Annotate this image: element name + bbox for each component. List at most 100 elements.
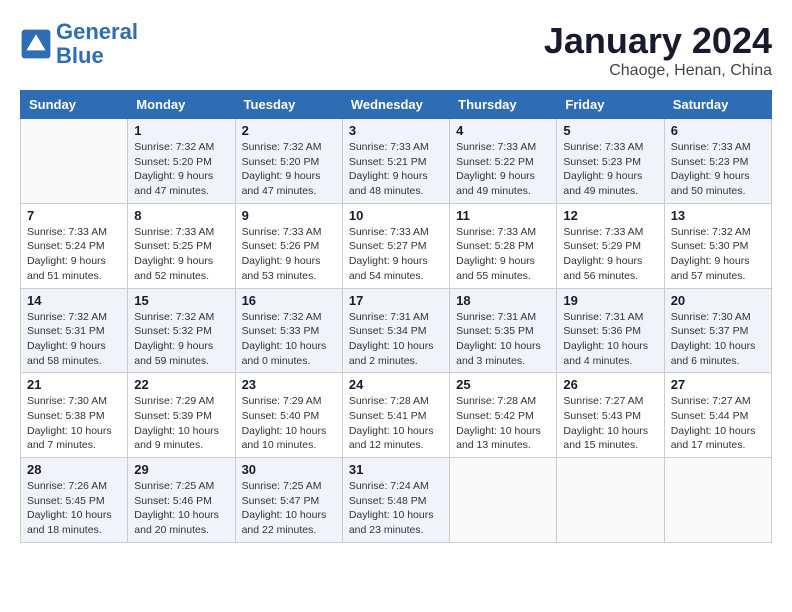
day-info: Sunrise: 7:33 AM Sunset: 5:23 PM Dayligh… (671, 140, 765, 199)
day-number: 18 (456, 293, 550, 308)
daylight-text: Daylight: 10 hours and 6 minutes. (671, 340, 756, 367)
day-number: 12 (563, 208, 657, 223)
sunrise-text: Sunrise: 7:32 AM (242, 311, 322, 323)
calendar-day-cell (664, 458, 771, 543)
day-info: Sunrise: 7:33 AM Sunset: 5:25 PM Dayligh… (134, 225, 228, 284)
day-info: Sunrise: 7:32 AM Sunset: 5:20 PM Dayligh… (134, 140, 228, 199)
day-number: 3 (349, 123, 443, 138)
day-info: Sunrise: 7:33 AM Sunset: 5:28 PM Dayligh… (456, 225, 550, 284)
day-number: 5 (563, 123, 657, 138)
day-number: 21 (27, 377, 121, 392)
daylight-text: Daylight: 9 hours and 47 minutes. (134, 170, 213, 197)
daylight-text: Daylight: 9 hours and 47 minutes. (242, 170, 321, 197)
sunrise-text: Sunrise: 7:28 AM (456, 395, 536, 407)
sunrise-text: Sunrise: 7:32 AM (134, 311, 214, 323)
weekday-header-saturday: Saturday (664, 91, 771, 119)
day-info: Sunrise: 7:33 AM Sunset: 5:27 PM Dayligh… (349, 225, 443, 284)
calendar-day-cell: 29 Sunrise: 7:25 AM Sunset: 5:46 PM Dayl… (128, 458, 235, 543)
daylight-text: Daylight: 10 hours and 9 minutes. (134, 425, 219, 452)
calendar-day-cell: 24 Sunrise: 7:28 AM Sunset: 5:41 PM Dayl… (342, 373, 449, 458)
day-number: 28 (27, 462, 121, 477)
daylight-text: Daylight: 9 hours and 51 minutes. (27, 255, 106, 282)
calendar-day-cell: 13 Sunrise: 7:32 AM Sunset: 5:30 PM Dayl… (664, 203, 771, 288)
day-info: Sunrise: 7:33 AM Sunset: 5:22 PM Dayligh… (456, 140, 550, 199)
calendar-week-row: 1 Sunrise: 7:32 AM Sunset: 5:20 PM Dayli… (21, 119, 772, 204)
day-info: Sunrise: 7:30 AM Sunset: 5:38 PM Dayligh… (27, 394, 121, 453)
calendar-day-cell: 6 Sunrise: 7:33 AM Sunset: 5:23 PM Dayli… (664, 119, 771, 204)
daylight-text: Daylight: 10 hours and 17 minutes. (671, 425, 756, 452)
day-info: Sunrise: 7:33 AM Sunset: 5:26 PM Dayligh… (242, 225, 336, 284)
day-number: 6 (671, 123, 765, 138)
calendar-day-cell: 3 Sunrise: 7:33 AM Sunset: 5:21 PM Dayli… (342, 119, 449, 204)
calendar-week-row: 28 Sunrise: 7:26 AM Sunset: 5:45 PM Dayl… (21, 458, 772, 543)
sunset-text: Sunset: 5:46 PM (134, 495, 212, 507)
daylight-text: Daylight: 10 hours and 23 minutes. (349, 509, 434, 536)
sunrise-text: Sunrise: 7:32 AM (671, 226, 751, 238)
day-number: 23 (242, 377, 336, 392)
sunset-text: Sunset: 5:47 PM (242, 495, 320, 507)
daylight-text: Daylight: 9 hours and 48 minutes. (349, 170, 428, 197)
sunrise-text: Sunrise: 7:32 AM (27, 311, 107, 323)
sunrise-text: Sunrise: 7:33 AM (456, 141, 536, 153)
calendar-title: January 2024 (544, 20, 772, 62)
day-number: 10 (349, 208, 443, 223)
calendar-day-cell: 21 Sunrise: 7:30 AM Sunset: 5:38 PM Dayl… (21, 373, 128, 458)
daylight-text: Daylight: 9 hours and 50 minutes. (671, 170, 750, 197)
daylight-text: Daylight: 9 hours and 52 minutes. (134, 255, 213, 282)
daylight-text: Daylight: 10 hours and 20 minutes. (134, 509, 219, 536)
day-number: 14 (27, 293, 121, 308)
sunset-text: Sunset: 5:21 PM (349, 156, 427, 168)
sunset-text: Sunset: 5:34 PM (349, 325, 427, 337)
weekday-header-thursday: Thursday (450, 91, 557, 119)
day-info: Sunrise: 7:25 AM Sunset: 5:47 PM Dayligh… (242, 479, 336, 538)
day-number: 16 (242, 293, 336, 308)
sunrise-text: Sunrise: 7:33 AM (563, 141, 643, 153)
daylight-text: Daylight: 10 hours and 4 minutes. (563, 340, 648, 367)
calendar-day-cell (450, 458, 557, 543)
sunset-text: Sunset: 5:25 PM (134, 240, 212, 252)
sunset-text: Sunset: 5:26 PM (242, 240, 320, 252)
calendar-day-cell: 12 Sunrise: 7:33 AM Sunset: 5:29 PM Dayl… (557, 203, 664, 288)
sunset-text: Sunset: 5:37 PM (671, 325, 749, 337)
logo: General Blue (20, 20, 138, 68)
daylight-text: Daylight: 10 hours and 10 minutes. (242, 425, 327, 452)
day-number: 15 (134, 293, 228, 308)
calendar-day-cell: 8 Sunrise: 7:33 AM Sunset: 5:25 PM Dayli… (128, 203, 235, 288)
sunset-text: Sunset: 5:22 PM (456, 156, 534, 168)
daylight-text: Daylight: 9 hours and 49 minutes. (456, 170, 535, 197)
sunrise-text: Sunrise: 7:31 AM (349, 311, 429, 323)
sunset-text: Sunset: 5:27 PM (349, 240, 427, 252)
weekday-header-tuesday: Tuesday (235, 91, 342, 119)
day-info: Sunrise: 7:33 AM Sunset: 5:24 PM Dayligh… (27, 225, 121, 284)
calendar-week-row: 14 Sunrise: 7:32 AM Sunset: 5:31 PM Dayl… (21, 288, 772, 373)
day-info: Sunrise: 7:29 AM Sunset: 5:39 PM Dayligh… (134, 394, 228, 453)
sunset-text: Sunset: 5:42 PM (456, 410, 534, 422)
weekday-header-sunday: Sunday (21, 91, 128, 119)
calendar-week-row: 7 Sunrise: 7:33 AM Sunset: 5:24 PM Dayli… (21, 203, 772, 288)
calendar-day-cell (557, 458, 664, 543)
calendar-day-cell: 9 Sunrise: 7:33 AM Sunset: 5:26 PM Dayli… (235, 203, 342, 288)
sunset-text: Sunset: 5:23 PM (671, 156, 749, 168)
day-info: Sunrise: 7:33 AM Sunset: 5:29 PM Dayligh… (563, 225, 657, 284)
day-number: 22 (134, 377, 228, 392)
sunset-text: Sunset: 5:43 PM (563, 410, 641, 422)
day-info: Sunrise: 7:32 AM Sunset: 5:30 PM Dayligh… (671, 225, 765, 284)
weekday-header-friday: Friday (557, 91, 664, 119)
sunrise-text: Sunrise: 7:33 AM (27, 226, 107, 238)
day-number: 4 (456, 123, 550, 138)
sunset-text: Sunset: 5:33 PM (242, 325, 320, 337)
day-info: Sunrise: 7:28 AM Sunset: 5:42 PM Dayligh… (456, 394, 550, 453)
sunrise-text: Sunrise: 7:27 AM (671, 395, 751, 407)
sunset-text: Sunset: 5:32 PM (134, 325, 212, 337)
sunrise-text: Sunrise: 7:33 AM (134, 226, 214, 238)
day-info: Sunrise: 7:25 AM Sunset: 5:46 PM Dayligh… (134, 479, 228, 538)
day-number: 1 (134, 123, 228, 138)
sunset-text: Sunset: 5:36 PM (563, 325, 641, 337)
daylight-text: Daylight: 10 hours and 13 minutes. (456, 425, 541, 452)
sunrise-text: Sunrise: 7:29 AM (134, 395, 214, 407)
sunrise-text: Sunrise: 7:33 AM (456, 226, 536, 238)
calendar-day-cell: 22 Sunrise: 7:29 AM Sunset: 5:39 PM Dayl… (128, 373, 235, 458)
day-info: Sunrise: 7:31 AM Sunset: 5:34 PM Dayligh… (349, 310, 443, 369)
day-number: 27 (671, 377, 765, 392)
daylight-text: Daylight: 9 hours and 57 minutes. (671, 255, 750, 282)
